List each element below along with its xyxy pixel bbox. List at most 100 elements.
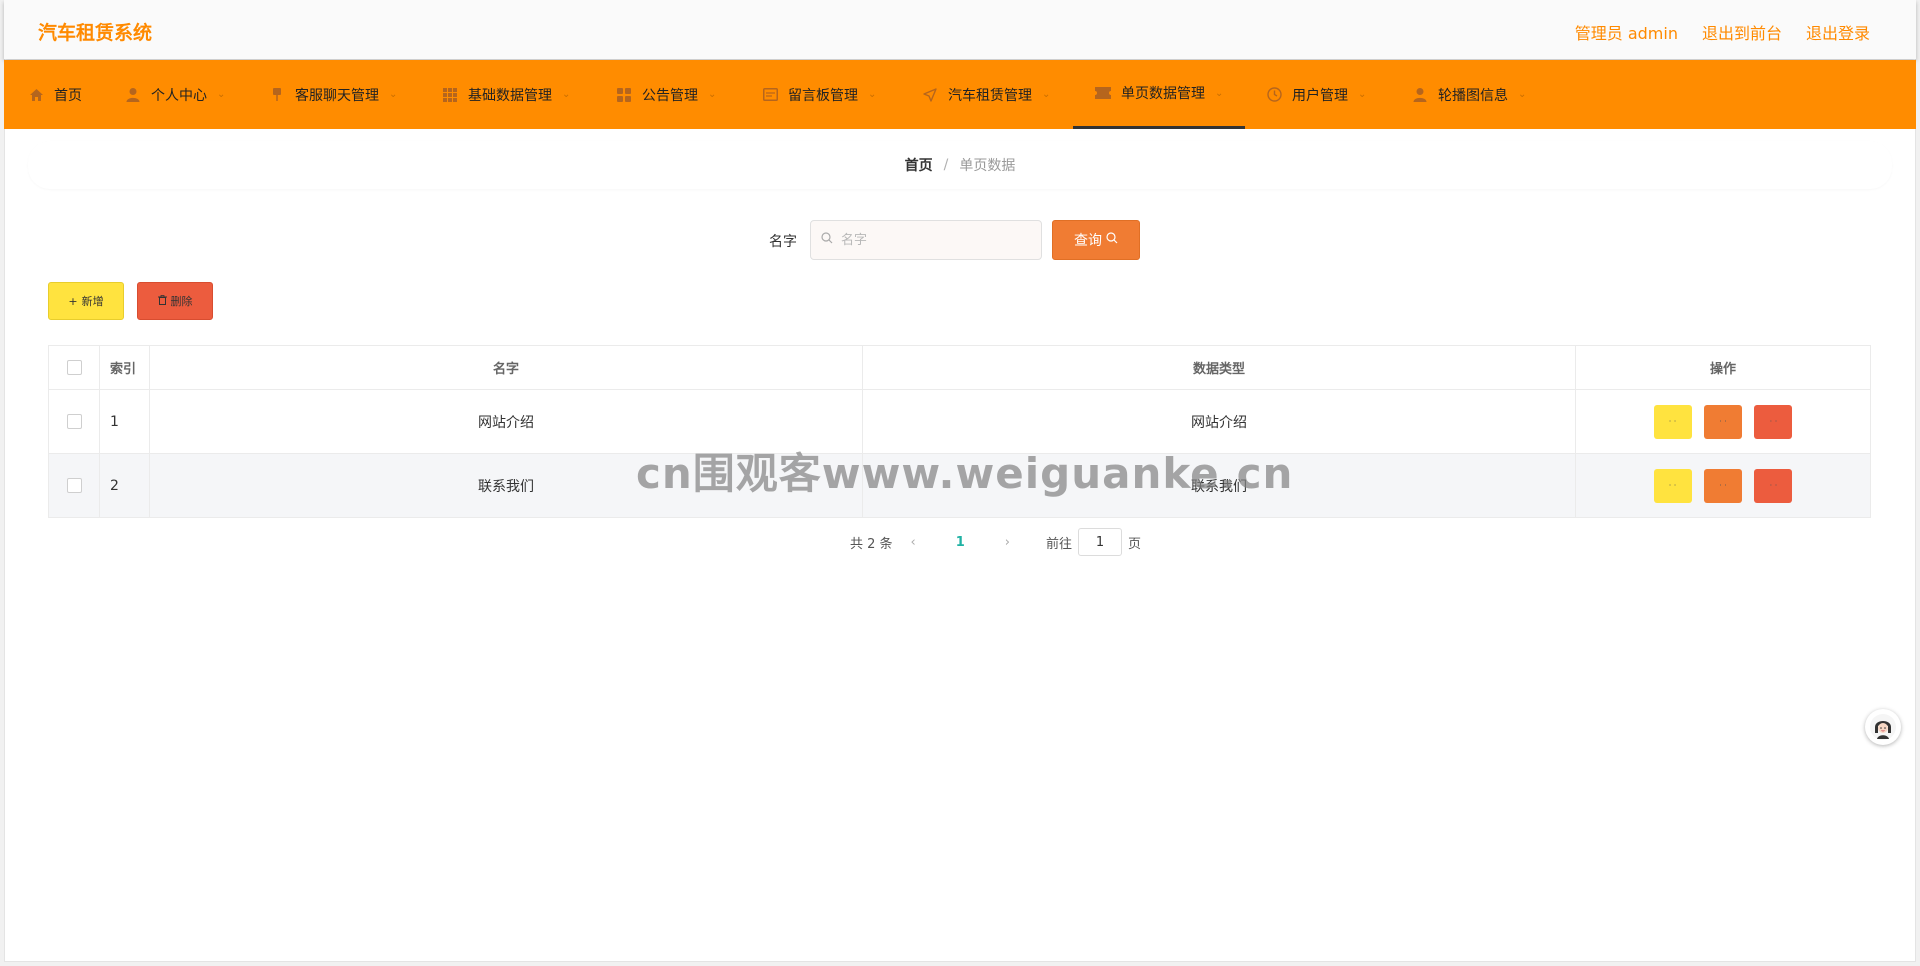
nav-item-personal-center[interactable]: 个人中心 ⌄ — [125, 60, 225, 129]
nav-label: 单页数据管理 — [1121, 86, 1205, 102]
home-icon — [28, 87, 44, 103]
search-icon — [1106, 232, 1118, 248]
search-input[interactable] — [839, 231, 1023, 249]
chevron-down-icon: ⌄ — [217, 89, 226, 100]
remove-button[interactable]: · · — [1754, 468, 1793, 503]
column-header-actions: 操作 — [1575, 345, 1871, 390]
pagination: 共 2 条 ‹ 1 › 前往 页 — [850, 528, 1141, 556]
row-name: 网站介绍 — [149, 389, 863, 454]
goto-label: 前往 — [1046, 536, 1073, 552]
row-checkbox[interactable] — [66, 478, 82, 493]
logout-link[interactable]: 退出登录 — [1806, 20, 1870, 44]
avatar[interactable] — [1865, 709, 1901, 745]
chevron-down-icon: ⌄ — [1215, 87, 1224, 99]
exit-to-frontend-link[interactable]: 退出到前台 — [1702, 20, 1782, 44]
view-button[interactable]: · · — [1653, 404, 1692, 439]
breadcrumb-current: 单页数据 — [959, 158, 1016, 174]
app-title: 汽车租赁系统 — [38, 22, 153, 44]
search-label: 名字 — [769, 234, 797, 250]
column-header-index: 索引 — [99, 345, 150, 390]
page-suffix: 页 — [1128, 536, 1142, 552]
row-actions: · · · · · · — [1575, 453, 1871, 518]
top-header: 汽车租赁系统 管理员 admin 退出到前台 退出登录 — [4, 0, 1916, 59]
chevron-left-icon[interactable]: ‹ — [911, 535, 916, 550]
user-icon — [125, 87, 141, 103]
nav-label: 留言板管理 — [788, 87, 858, 104]
row-type: 联系我们 — [862, 453, 1576, 518]
chevron-right-icon[interactable]: › — [1005, 535, 1010, 550]
content-panel: 名字 查询 + 新增 删除 索引 名字 数据类型 操作 — [28, 200, 1892, 576]
breadcrumb-home[interactable]: 首页 — [905, 155, 933, 175]
table-header-row: 索引 名字 数据类型 操作 — [48, 345, 1871, 390]
page-number[interactable]: 1 — [956, 535, 965, 550]
chevron-down-icon: ⌄ — [1518, 89, 1527, 100]
breadcrumb: 首页 / 单页数据 — [28, 141, 1892, 189]
remove-button[interactable]: · · — [1754, 404, 1793, 439]
nav-item-single-page-data[interactable]: 单页数据管理 ⌄ — [1073, 60, 1245, 129]
query-button-label: 查询 — [1074, 233, 1102, 249]
select-all-cell — [48, 345, 100, 390]
plus-icon: + — [68, 294, 78, 308]
trash-icon — [157, 294, 167, 308]
nav-label: 个人中心 — [151, 87, 207, 104]
breadcrumb-separator: / — [943, 157, 949, 173]
nav-item-carousel[interactable]: 轮播图信息 ⌄ — [1412, 60, 1526, 129]
apps-icon — [616, 87, 632, 103]
query-button[interactable]: 查询 — [1052, 220, 1140, 260]
nav-label: 公告管理 — [642, 87, 698, 104]
chevron-down-icon: ⌄ — [389, 89, 398, 100]
row-checkbox[interactable] — [66, 414, 82, 429]
column-header-type: 数据类型 — [862, 345, 1576, 390]
delete-button-label: 删除 — [170, 295, 193, 308]
user-icon — [1412, 87, 1428, 103]
chevron-down-icon: ⌄ — [708, 89, 717, 100]
main-nav: 首页 个人中心 ⌄ 客服聊天管理 ⌄ 基础数据管理 ⌄ 公告管理 ⌄ 留言板管理… — [4, 60, 1916, 129]
nav-item-user-management[interactable]: 用户管理 ⌄ — [1266, 60, 1366, 129]
nav-item-customer-chat[interactable]: 客服聊天管理 ⌄ — [269, 60, 397, 129]
nav-label: 轮播图信息 — [1438, 87, 1508, 104]
nav-item-announcements[interactable]: 公告管理 ⌄ — [616, 60, 716, 129]
grid-icon — [442, 87, 458, 103]
row-select-cell — [48, 389, 100, 454]
nav-item-message-board[interactable]: 留言板管理 ⌄ — [762, 60, 876, 129]
column-header-name: 名字 — [149, 345, 863, 390]
chevron-down-icon: ⌄ — [562, 89, 571, 100]
row-name: 联系我们 — [149, 453, 863, 518]
data-table: 索引 名字 数据类型 操作 1 网站介绍 网站介绍 · · · · · · 2 — [48, 345, 1871, 518]
nav-label: 基础数据管理 — [468, 87, 552, 104]
chevron-down-icon: ⌄ — [1358, 89, 1367, 100]
add-button-label: 新增 — [81, 295, 104, 308]
chevron-down-icon: ⌄ — [1042, 89, 1051, 100]
header-links: 管理员 admin 退出到前台 退出登录 — [1575, 20, 1870, 44]
edit-button[interactable]: · · — [1704, 404, 1742, 439]
pin-icon — [269, 87, 285, 103]
send-icon — [922, 87, 938, 103]
ticket-icon — [1095, 85, 1111, 101]
select-all-checkbox[interactable] — [66, 360, 82, 375]
row-index: 1 — [99, 389, 150, 454]
admin-user-link[interactable]: 管理员 admin — [1575, 20, 1678, 44]
pagination-total: 共 2 条 — [850, 536, 893, 552]
clock-icon — [1266, 87, 1282, 103]
nav-item-basic-data[interactable]: 基础数据管理 ⌄ — [442, 60, 570, 129]
view-button[interactable]: · · — [1653, 468, 1692, 503]
nav-item-home[interactable]: 首页 — [28, 60, 82, 129]
delete-button[interactable]: 删除 — [137, 282, 213, 320]
table-row: 1 网站介绍 网站介绍 · · · · · · — [48, 389, 1871, 454]
search-field[interactable] — [810, 220, 1042, 260]
row-actions: · · · · · · — [1575, 389, 1871, 454]
row-select-cell — [48, 453, 100, 518]
row-index: 2 — [99, 453, 150, 518]
search-icon — [821, 232, 833, 248]
nav-label: 首页 — [54, 87, 82, 104]
message-icon — [762, 87, 778, 103]
table-row: 2 联系我们 联系我们 · · · · · · — [48, 453, 1871, 518]
edit-button[interactable]: · · — [1704, 468, 1742, 503]
nav-item-car-rental[interactable]: 汽车租赁管理 ⌄ — [922, 60, 1050, 129]
add-button[interactable]: + 新增 — [48, 282, 124, 320]
row-type: 网站介绍 — [862, 389, 1576, 454]
nav-label: 客服聊天管理 — [295, 87, 379, 104]
nav-label: 用户管理 — [1292, 87, 1348, 104]
chevron-down-icon: ⌄ — [868, 89, 877, 100]
goto-page-input[interactable] — [1078, 528, 1123, 556]
